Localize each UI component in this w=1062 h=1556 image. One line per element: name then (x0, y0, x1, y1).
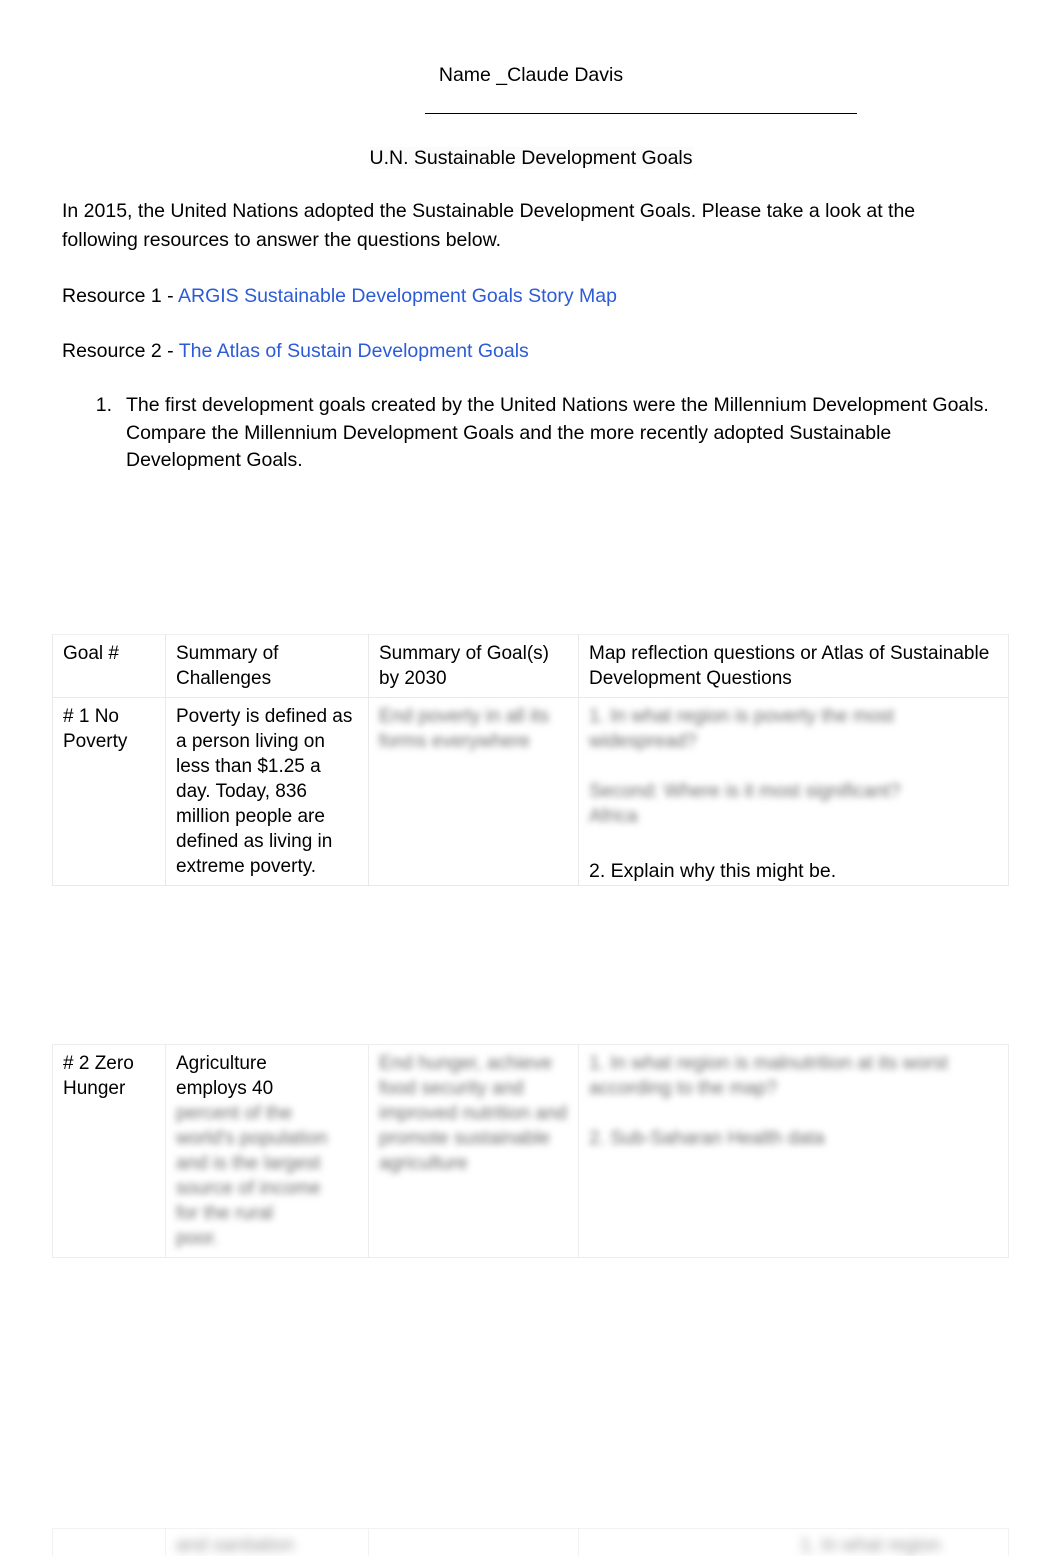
table-header-goals-2030: Summary of Goal(s) by 2030 (368, 634, 579, 698)
name-header: Name _Claude Davis (52, 58, 1010, 92)
cell-challenges-1: Poverty is defined as a person living on… (165, 697, 369, 886)
table-row: # 2 Zero Hunger Agriculture employs 40 per… (52, 1044, 1009, 1258)
question-text: The first development goals created by t… (126, 394, 989, 471)
cell-goals-2030-3-text (379, 1535, 384, 1556)
question-number: 1. (95, 394, 112, 416)
cell-goals-2030-2: End hunger, achieve food security and im… (368, 1044, 579, 1258)
row1-overflow-note: 2. Explain why this might be. (589, 860, 837, 882)
resource-1-link[interactable]: ARGIS Sustainable Development Goals Stor… (178, 285, 617, 307)
resource-2-prefix: Resource 2 - (62, 340, 179, 362)
table-header-questions: Map reflection questions or Atlas of Sus… (578, 634, 1009, 698)
cell-questions-3-text: 1. In what region (589, 1535, 941, 1556)
table-header-row: Goal # Summary of Challenges Summary of … (52, 634, 1009, 698)
name-text: Name _Claude Davis (438, 64, 624, 86)
resource-line-2: Resource 2 - The Atlas of Sustain Develo… (62, 337, 992, 365)
cell-questions-3: 1. In what region (578, 1528, 1009, 1556)
table-header-goal: Goal # (52, 634, 166, 698)
table-header-challenges: Summary of Challenges (165, 634, 369, 698)
cell-questions-2: 1. In what region is malnutrition at its… (578, 1044, 1009, 1258)
cell-challenges-3-text: and sanitation (176, 1535, 295, 1556)
cell-challenges-2-visible: Agriculture employs 40 (176, 1053, 274, 1099)
question-list: 1. The first development goals created b… (90, 392, 1010, 475)
cell-challenges-3: and sanitation (165, 1528, 369, 1556)
cell-goal-1: # 1 No Poverty (52, 697, 166, 886)
page-title-text: U.N. Sustainable Development Goals (369, 147, 693, 169)
name-underline-rule (425, 113, 857, 114)
intro-paragraph: In 2015, the United Nations adopted the … (62, 200, 916, 251)
cell-goal-3-text (63, 1535, 68, 1556)
cell-goals-2030-1: End poverty in all its forms everywhere (368, 697, 579, 886)
sdg-table: Goal # Summary of Challenges Summary of … (52, 634, 1009, 886)
cell-challenges-2: Agriculture employs 40 percent of the world… (165, 1044, 369, 1258)
cell-goal-2: # 2 Zero Hunger (52, 1044, 166, 1258)
cell-goal-3 (52, 1528, 166, 1556)
resource-2-link[interactable]: The Atlas of Sustain Development Goals (179, 340, 529, 362)
resource-1-prefix: Resource 1 - (62, 285, 178, 307)
cell-goals-2030-3 (368, 1528, 579, 1556)
list-item: 1. The first development goals created b… (90, 392, 1010, 475)
sdg-table-continued: # 2 Zero Hunger Agriculture employs 40 per… (52, 1044, 1009, 1258)
sdg-table-cutoff: and sanitation 1. In what region (52, 1528, 1009, 1556)
resource-line-1: Resource 1 - ARGIS Sustainable Developme… (62, 282, 992, 310)
table-row: # 1 No Poverty Poverty is defined as a p… (52, 697, 1009, 886)
document-page: Name _Claude Davis U.N. Sustainable Deve… (0, 0, 1062, 1556)
page-title: U.N. Sustainable Development Goals (52, 145, 1010, 171)
cell-challenges-2-blurred: percent of the world's population and is t… (176, 1103, 328, 1249)
cell-goal-2-text: # 2 Zero Hunger (63, 1053, 134, 1099)
table-row: and sanitation 1. In what region (52, 1528, 1009, 1556)
